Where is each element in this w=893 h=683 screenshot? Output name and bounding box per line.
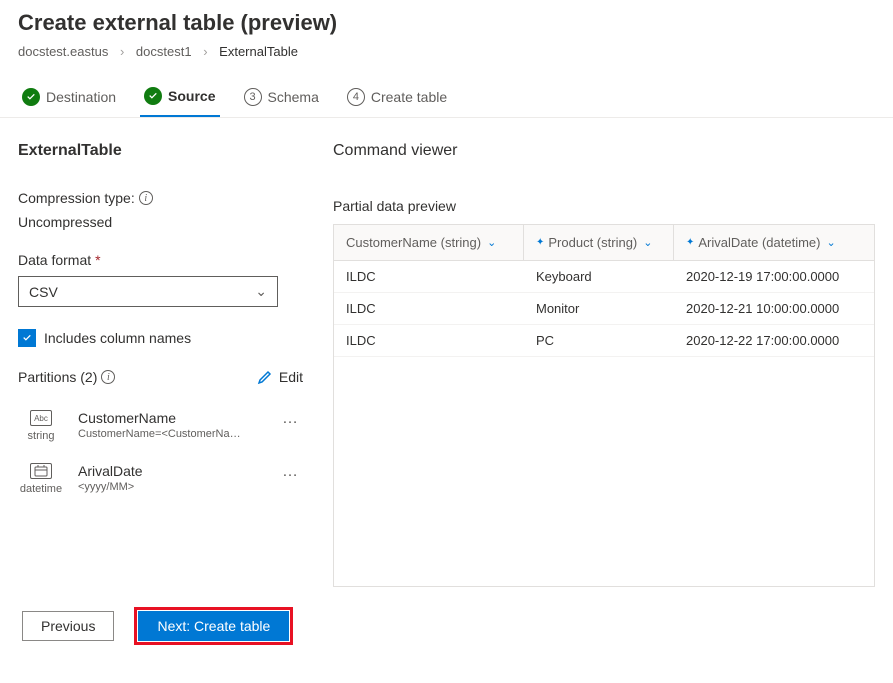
step-schema[interactable]: 3 Schema [240, 80, 323, 116]
partitions-label: Partitions (2) [18, 369, 97, 385]
step-label: Source [168, 88, 215, 104]
partition-more-button[interactable]: … [278, 410, 303, 428]
chevron-down-icon: ⌄ [255, 283, 267, 300]
table-name-heading: ExternalTable [18, 142, 303, 160]
breadcrumb-item[interactable]: docstest1 [136, 44, 192, 59]
content-area: ExternalTable Compression type: i Uncomp… [0, 118, 893, 597]
preview-table: CustomerName (string) ⌄ ✦ Product (strin… [333, 224, 875, 357]
footer-buttons: Previous Next: Create table [0, 597, 893, 659]
check-circle-icon [22, 88, 40, 106]
table-row: ILDC Keyboard 2020-12-19 17:00:00.0000 [334, 261, 874, 293]
cell: 2020-12-19 17:00:00.0000 [674, 261, 874, 292]
chevron-down-icon: ⌄ [827, 236, 836, 249]
previous-button[interactable]: Previous [22, 611, 114, 641]
pencil-icon [257, 369, 273, 385]
partition-item: Abc string CustomerName CustomerName=<Cu… [18, 399, 303, 452]
table-empty-area [333, 357, 875, 587]
wizard-steps: Destination Source 3 Schema 4 Create tab… [0, 73, 893, 118]
partition-type-label: string [28, 430, 55, 442]
cell: Monitor [524, 293, 674, 324]
command-viewer-heading: Command viewer [333, 142, 875, 160]
left-panel: ExternalTable Compression type: i Uncomp… [18, 142, 303, 587]
partition-more-button[interactable]: … [278, 463, 303, 481]
partition-type-label: datetime [20, 483, 62, 495]
partial-preview-label: Partial data preview [333, 198, 875, 214]
next-create-table-button[interactable]: Next: Create table [138, 611, 289, 641]
step-destination[interactable]: Destination [18, 80, 120, 116]
edit-partitions-button[interactable]: Edit [257, 369, 303, 385]
step-label: Create table [371, 89, 447, 105]
string-type-icon: Abc [30, 410, 52, 426]
compression-type-value: Uncompressed [18, 214, 303, 230]
includes-column-names-label: Includes column names [44, 330, 191, 346]
page-title: Create external table (preview) [18, 10, 875, 36]
step-number-icon: 3 [244, 88, 262, 106]
partitions-header: Partitions (2) i Edit [18, 369, 303, 385]
breadcrumb: docstest.eastus › docstest1 › ExternalTa… [18, 44, 875, 59]
step-label: Schema [268, 89, 319, 105]
step-source[interactable]: Source [140, 79, 219, 117]
cell: PC [524, 325, 674, 356]
page-header: Create external table (preview) docstest… [0, 0, 893, 73]
chevron-down-icon: ⌄ [487, 236, 496, 249]
data-format-label: Data format * [18, 252, 303, 268]
partition-name: CustomerName [78, 410, 264, 426]
chevron-right-icon: › [203, 44, 207, 59]
partition-item: datetime ArivalDate <yyyy/MM> … [18, 452, 303, 505]
chevron-right-icon: › [120, 44, 124, 59]
data-format-selected: CSV [29, 284, 58, 300]
step-label: Destination [46, 89, 116, 105]
sparkle-icon: ✦ [686, 238, 694, 248]
cell: 2020-12-21 10:00:00.0000 [674, 293, 874, 324]
info-icon[interactable]: i [139, 191, 153, 205]
table-row: ILDC Monitor 2020-12-21 10:00:00.0000 [334, 293, 874, 325]
checkbox-checked-icon [18, 329, 36, 347]
partition-pattern: CustomerName=<CustomerName> [78, 428, 248, 440]
data-format-select[interactable]: CSV ⌄ [18, 276, 278, 307]
partition-pattern: <yyyy/MM> [78, 481, 248, 493]
column-header-product[interactable]: ✦ Product (string) ⌄ [524, 225, 674, 260]
cell: Keyboard [524, 261, 674, 292]
breadcrumb-current: ExternalTable [219, 44, 298, 59]
sparkle-icon: ✦ [536, 238, 544, 248]
right-panel: Command viewer Partial data preview Cust… [333, 142, 875, 587]
cell: ILDC [334, 325, 524, 356]
cell: ILDC [334, 261, 524, 292]
includes-column-names-checkbox[interactable]: Includes column names [18, 329, 303, 347]
column-header-customername[interactable]: CustomerName (string) ⌄ [334, 225, 524, 260]
table-header-row: CustomerName (string) ⌄ ✦ Product (strin… [334, 225, 874, 261]
step-number-icon: 4 [347, 88, 365, 106]
compression-type-label: Compression type: i [18, 190, 303, 206]
datetime-type-icon [30, 463, 52, 479]
chevron-down-icon: ⌄ [643, 236, 652, 249]
cell: ILDC [334, 293, 524, 324]
table-row: ILDC PC 2020-12-22 17:00:00.0000 [334, 325, 874, 357]
check-circle-icon [144, 87, 162, 105]
column-header-arivaldate[interactable]: ✦ ArivalDate (datetime) ⌄ [674, 225, 874, 260]
cell: 2020-12-22 17:00:00.0000 [674, 325, 874, 356]
partition-name: ArivalDate [78, 463, 264, 479]
required-marker: * [95, 252, 100, 268]
breadcrumb-item[interactable]: docstest.eastus [18, 44, 108, 59]
info-icon[interactable]: i [101, 370, 115, 384]
step-create-table[interactable]: 4 Create table [343, 80, 451, 116]
